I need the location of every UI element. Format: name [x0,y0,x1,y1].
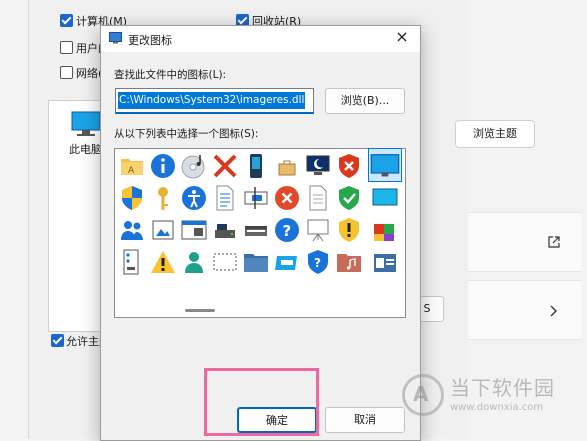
close-icon[interactable]: × [394,29,410,45]
red-x-icon[interactable] [211,152,239,180]
blank-document-icon[interactable] [304,184,332,212]
info-icon[interactable] [149,152,177,180]
screen-text-icon[interactable] [242,184,270,212]
watermark-url: www.downxia.com [450,402,544,413]
crop-screen-icon[interactable] [211,248,239,276]
browse-button[interactable]: 浏览(B)... [325,88,405,114]
drive-icon[interactable] [211,216,239,244]
presentation-icon[interactable] [304,216,332,244]
checkbox-network-label: 网络( [76,67,103,80]
svg-text:?: ? [314,256,321,270]
icon-list[interactable]: A ? ? [114,148,406,318]
dialog-title: 更改图标 [128,34,172,47]
icon-file-path-input[interactable]: C:\Windows\System32\imageres.dll [115,88,314,114]
browse-theme-button[interactable]: 浏览主题 [455,120,535,148]
help-shield-icon[interactable]: ? [304,248,332,276]
ok-highlight-box [204,368,319,436]
icon-file-path-value: C:\Windows\System32\imageres.dll [118,92,306,109]
dialog-titlebar: 更改图标 × [101,26,420,52]
help-icon[interactable]: ? [273,216,301,244]
shield-x-icon[interactable] [335,152,363,180]
contacts-icon[interactable] [371,248,399,276]
dialog-app-icon [109,32,122,44]
watermark: A 当下软件园 www.downxia.com [398,372,583,422]
device-list-icon[interactable] [118,248,146,276]
folder-blue-icon[interactable] [242,248,270,276]
screen-card-icon[interactable] [273,248,301,276]
window-app-icon[interactable] [180,216,208,244]
checkbox-user-files[interactable] [60,41,73,54]
folder-a-icon[interactable]: A [118,152,146,180]
briefcase-icon[interactable] [273,152,301,180]
accessibility-icon[interactable] [180,184,208,212]
background-left-strip [0,0,20,439]
user-icon[interactable] [180,248,208,276]
error-circle-icon[interactable] [273,184,301,212]
checkbox-computer[interactable] [60,14,73,27]
software-box-icon[interactable] [371,216,399,244]
cd-audio-icon[interactable] [180,152,208,180]
warning-shield-icon[interactable] [335,216,363,244]
picture-frame-icon[interactable] [149,216,177,244]
monitor-blue-icon[interactable] [371,184,399,212]
settings-card-arrow[interactable] [468,280,581,340]
checkbox-allow-themes[interactable] [51,334,64,347]
checkbox-network[interactable] [60,66,73,79]
monitor-icon[interactable] [368,148,402,182]
watermark-brand: 当下软件园 [450,376,555,400]
key-icon[interactable] [149,184,177,212]
windows-shield-icon[interactable] [118,184,146,212]
external-link-icon [548,236,560,248]
settings-card-link[interactable] [468,212,581,272]
document-text-icon[interactable] [211,184,239,212]
svg-text:?: ? [283,222,292,240]
cancel-button[interactable]: 取消 [325,407,405,433]
warning-icon[interactable] [149,248,177,276]
find-icons-label: 查找此文件中的图标(L): [114,69,227,81]
select-icon-label: 从以下列表中选择一个图标(S): [114,128,259,140]
icon-list-scrollbar[interactable] [185,309,215,312]
users-icon[interactable] [118,216,146,244]
sleep-monitor-icon[interactable] [304,152,332,180]
svg-text:A: A [128,166,135,176]
shield-check-icon[interactable] [335,184,363,212]
usb-drive-icon[interactable] [242,152,270,180]
scanner-icon[interactable] [242,216,270,244]
chevron-right-icon [550,305,557,317]
music-folder-icon[interactable] [335,248,363,276]
this-pc-label: 此电脑 [69,143,102,156]
this-pc-icon[interactable] [71,111,101,137]
watermark-logo-letter: A [413,382,429,406]
